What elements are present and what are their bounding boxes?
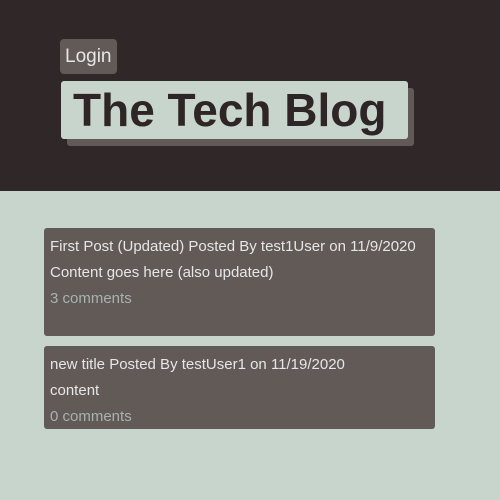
post-comments-link[interactable]: 3 comments <box>50 286 429 312</box>
site-header: Login The Tech Blog <box>0 0 500 191</box>
post-meta[interactable]: new title Posted By testUser1 on 11/19/2… <box>50 352 429 378</box>
post-content: Content goes here (also updated) <box>50 264 274 281</box>
post-card[interactable]: First Post (Updated) Posted By test1User… <box>44 228 435 336</box>
post-content: content <box>50 382 100 399</box>
site-title[interactable]: The Tech Blog <box>61 81 408 139</box>
post-card[interactable]: new title Posted By testUser1 on 11/19/2… <box>44 346 435 429</box>
post-comments-link[interactable]: 0 comments <box>50 404 429 430</box>
post-meta[interactable]: First Post (Updated) Posted By test1User… <box>50 234 429 260</box>
login-button[interactable]: Login <box>60 39 117 74</box>
